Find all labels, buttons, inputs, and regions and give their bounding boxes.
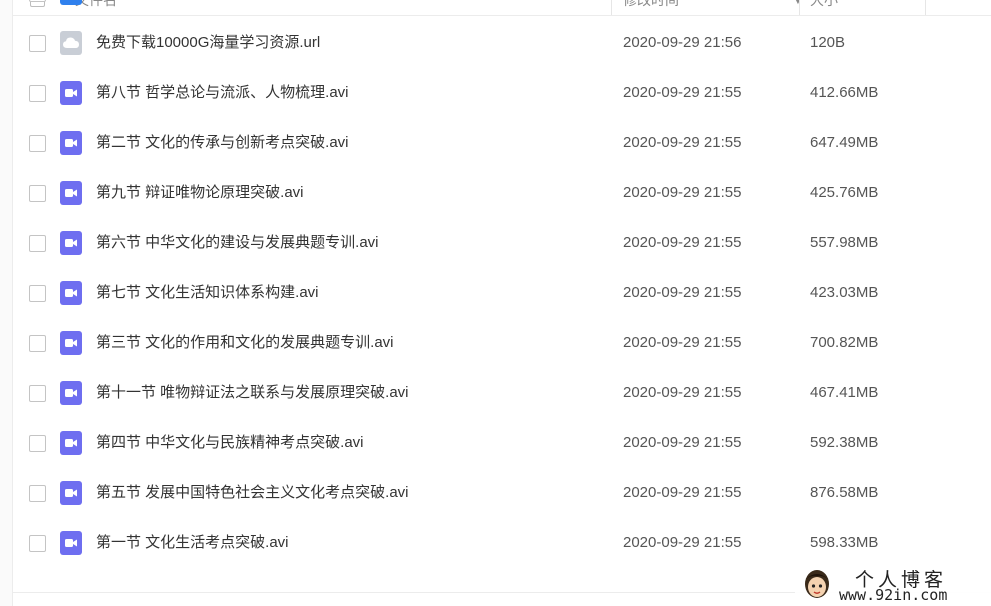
video-file-icon	[60, 81, 82, 105]
file-size: 467.41MB	[810, 384, 879, 401]
row-checkbox[interactable]	[29, 385, 46, 402]
row-checkbox[interactable]	[29, 185, 46, 202]
cartoon-avatar-icon	[805, 570, 829, 598]
video-file-icon	[60, 231, 82, 255]
file-modified-time: 2020-09-29 21:55	[623, 334, 742, 351]
file-name[interactable]: 课前必读.txt	[96, 0, 176, 18]
file-name[interactable]: 第五节 发展中国特色社会主义文化考点突破.avi	[96, 468, 409, 518]
row-checkbox[interactable]	[29, 285, 46, 302]
video-file-icon	[60, 431, 82, 455]
file-modified-time: 2020-09-29 21:56	[623, 0, 741, 18]
file-row[interactable]: 第二节 文化的传承与创新考点突破.avi 2020-09-29 21:55 647.…	[13, 118, 991, 168]
row-checkbox[interactable]	[29, 0, 46, 2]
row-checkbox[interactable]	[29, 485, 46, 502]
file-name[interactable]: 第十一节 唯物辩证法之联系与发展原理突破.avi	[96, 368, 409, 418]
file-size: 412.66MB	[810, 84, 879, 101]
video-file-icon	[60, 481, 82, 505]
video-file-icon	[60, 531, 82, 555]
file-size: 876.58MB	[810, 484, 879, 501]
file-size: 700.82MB	[810, 334, 879, 351]
file-size: 647.49MB	[810, 134, 879, 151]
file-row[interactable]: 第八节 哲学总论与流派、人物梳理.avi 2020-09-29 21:55 412.…	[13, 68, 991, 118]
file-size: 425.76MB	[810, 184, 879, 201]
row-checkbox[interactable]	[29, 35, 46, 52]
file-row[interactable]: 第六节 中华文化的建设与发展典题专训.avi 2020-09-29 21:55 55…	[13, 218, 991, 268]
row-checkbox[interactable]	[29, 235, 46, 252]
file-modified-time: 2020-09-29 21:55	[623, 134, 742, 151]
row-checkbox[interactable]	[29, 85, 46, 102]
video-file-icon	[60, 381, 82, 405]
file-size: 120B	[810, 34, 846, 51]
text-file-icon	[60, 0, 82, 5]
video-file-icon	[60, 181, 82, 205]
file-modified-time: 2020-09-29 21:55	[623, 234, 742, 251]
file-size: 592.38MB	[810, 434, 879, 451]
file-size: 557.98MB	[810, 234, 879, 251]
file-modified-time: 2020-09-29 21:55	[623, 284, 742, 301]
file-modified-time: 2020-09-29 21:55	[623, 534, 742, 551]
video-file-icon	[60, 331, 82, 355]
file-modified-time: 2020-09-29 21:55	[623, 84, 742, 101]
row-checkbox[interactable]	[29, 335, 46, 352]
file-name[interactable]: 第六节 中华文化的建设与发展典题专训.avi	[96, 218, 379, 268]
file-row[interactable]: 免费下载10000G海量学习资源.url 2020-09-29 21:56 120B	[13, 18, 991, 68]
row-checkbox[interactable]	[29, 435, 46, 452]
file-row[interactable]: 第四节 中华文化与民族精神考点突破.avi 2020-09-29 21:55 592…	[13, 418, 991, 468]
file-row[interactable]: 第三节 文化的作用和文化的发展典题专训.avi 2020-09-29 21:55 7…	[13, 318, 991, 368]
file-row[interactable]: 第七节 文化生活知识体系构建.avi 2020-09-29 21:55 423.03…	[13, 268, 991, 318]
video-file-icon	[60, 131, 82, 155]
file-row[interactable]: 第十一节 唯物辩证法之联系与发展原理突破.avi 2020-09-29 21:55…	[13, 368, 991, 418]
file-modified-time: 2020-09-29 21:55	[623, 184, 742, 201]
site-watermark: 个人博客 www.92in.com	[795, 561, 991, 606]
file-name[interactable]: 第三节 文化的作用和文化的发展典题专训.avi	[96, 318, 394, 368]
file-name[interactable]: 免费下载10000G海量学习资源.url	[96, 18, 320, 68]
video-file-icon	[60, 281, 82, 305]
file-modified-time: 2020-09-29 21:55	[623, 434, 742, 451]
row-checkbox[interactable]	[29, 135, 46, 152]
watermark-url: www.92in.com	[839, 586, 948, 604]
file-name[interactable]: 第七节 文化生活知识体系构建.avi	[96, 268, 319, 318]
file-row[interactable]: 第九节 辩证唯物论原理突破.avi 2020-09-29 21:55 425.76M…	[13, 168, 991, 218]
file-row[interactable]: 课前必读.txt 2020-09-29 21:56 1KB	[13, 0, 991, 18]
file-modified-time: 2020-09-29 21:55	[623, 384, 742, 401]
file-name[interactable]: 第八节 哲学总论与流派、人物梳理.avi	[96, 68, 349, 118]
file-name[interactable]: 第二节 文化的传承与创新考点突破.avi	[96, 118, 349, 168]
file-row[interactable]: 第五节 发展中国特色社会主义文化考点突破.avi 2020-09-29 21:55…	[13, 468, 991, 518]
file-modified-time: 2020-09-29 21:55	[623, 484, 742, 501]
left-panel-edge	[0, 0, 13, 606]
file-name[interactable]: 第四节 中华文化与民族精神考点突破.avi	[96, 418, 364, 468]
file-size: 423.03MB	[810, 284, 879, 301]
file-size: 1KB	[810, 0, 838, 18]
file-list: 课前必读.txt2020-09-29 21:561KB免费下载10000G海量学…	[13, 0, 991, 568]
file-modified-time: 2020-09-29 21:56	[623, 34, 742, 51]
row-checkbox[interactable]	[29, 535, 46, 552]
link-file-icon	[60, 31, 82, 55]
file-name[interactable]: 第一节 文化生活考点突破.avi	[96, 518, 289, 568]
file-name[interactable]: 第九节 辩证唯物论原理突破.avi	[96, 168, 304, 218]
